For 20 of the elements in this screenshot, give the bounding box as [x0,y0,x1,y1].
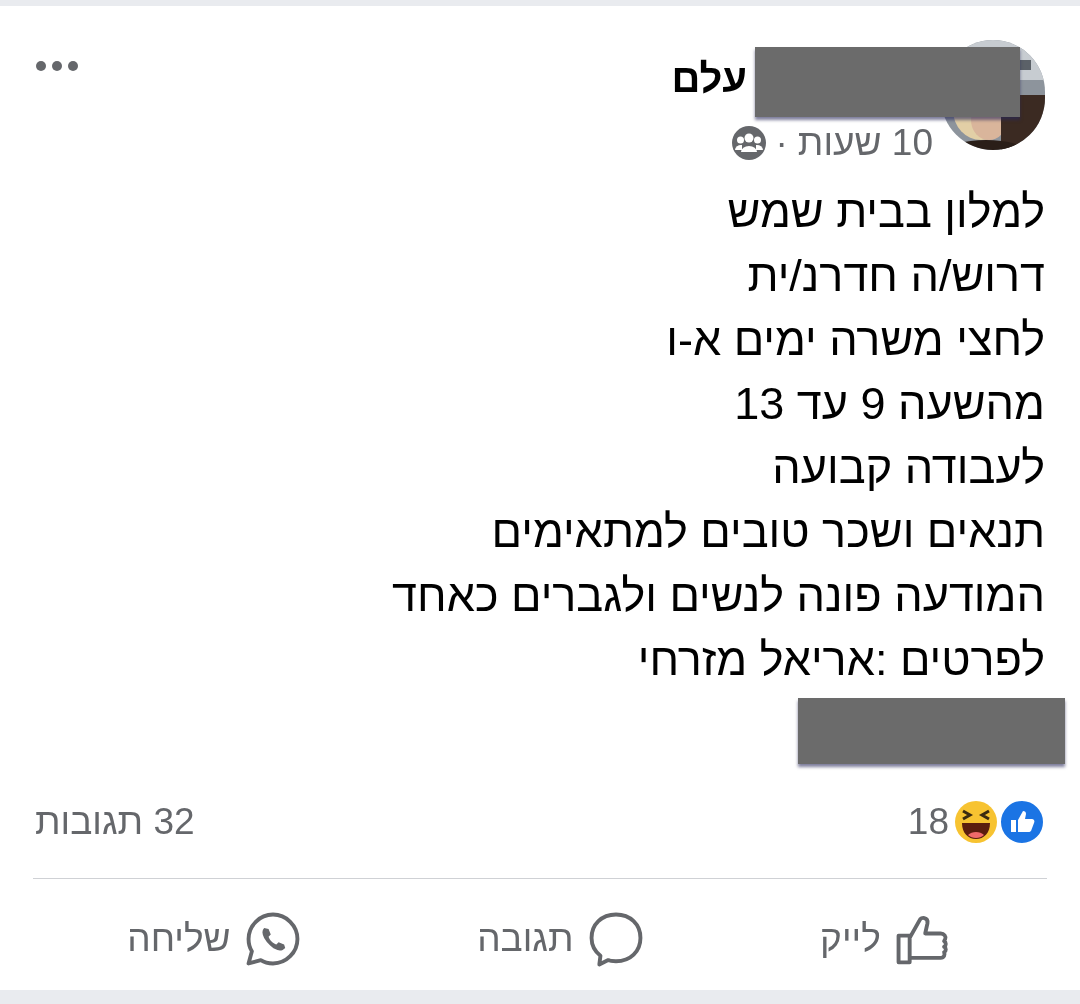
group-icon [731,126,766,160]
post-text-line: לחצי משרה ימים א-ו [665,313,1045,367]
post-text-line: המודעה פונה לנשים ולגברים כאחד [391,569,1045,623]
more-options-icon[interactable] [35,60,79,72]
post-text-line: תנאים ושכר טובים למתאימים [490,505,1045,559]
post-text-line: לעבודה קבועה [771,441,1045,495]
laughing-emoji-icon[interactable] [953,798,999,845]
separator: · [775,122,788,164]
comment-count[interactable]: 32 תגובות [35,794,195,850]
like-button[interactable]: לייק [814,904,959,973]
post-time[interactable]: 10 שעות [797,122,933,164]
like-reaction-icon[interactable] [999,798,1045,845]
post-text-line: למלון בבית שמש [726,185,1045,239]
author-name[interactable]: עלם [671,54,747,102]
post-text-line: מהשעה 9 עד 13 [733,377,1045,431]
post-text-line: לפרטים :אריאל מזרחי [636,633,1045,687]
share-button[interactable]: שליחה [121,904,309,973]
post-text-line: דרוש/ה חדרנ/ית [746,249,1045,303]
reaction-count[interactable]: 18 [907,794,949,850]
comment-button[interactable]: תגובה [471,904,652,973]
